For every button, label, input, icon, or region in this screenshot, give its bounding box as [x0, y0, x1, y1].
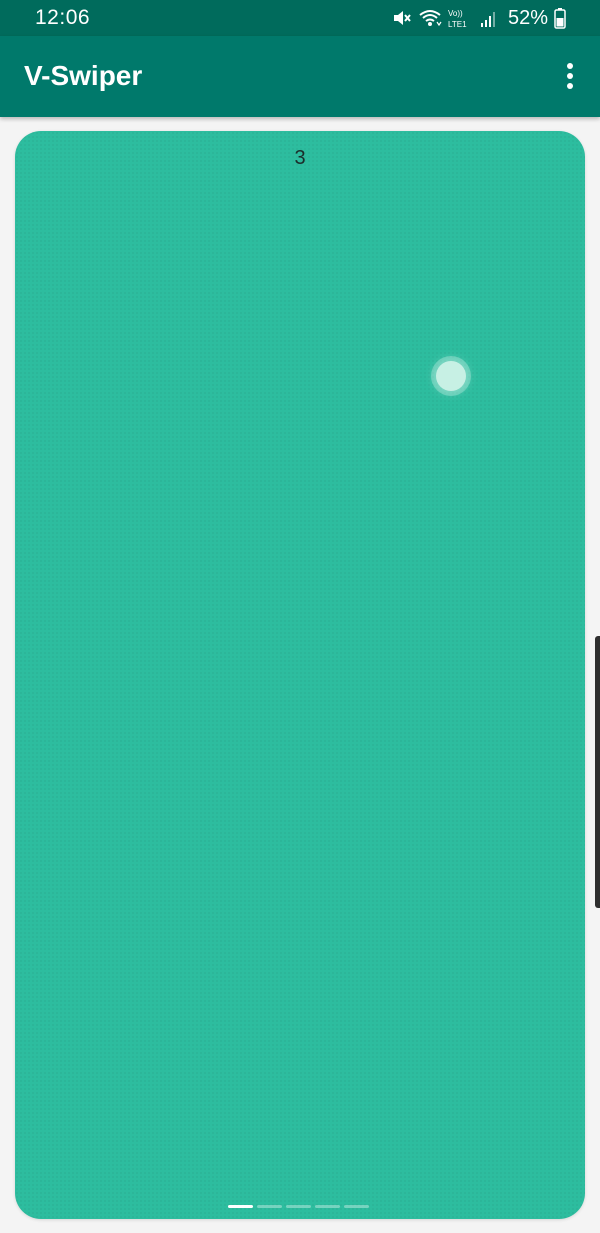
app-bar: V-Swiper [0, 36, 600, 117]
more-vert-icon[interactable] [558, 58, 582, 94]
mute-icon [392, 8, 412, 28]
overflow-dot [567, 63, 573, 69]
volte-lte-icon: Vo)) LTE1 [448, 7, 474, 29]
signal-icon [480, 8, 496, 28]
slide-number: 3 [294, 147, 306, 169]
svg-text:Vo)): Vo)) [448, 9, 463, 18]
status-bar: 12:06 Vo)) LTE1 52% [0, 0, 600, 36]
pagination-dot-3[interactable] [286, 1205, 311, 1208]
battery-percentage: 52% [507, 6, 548, 29]
status-time: 12:06 [35, 6, 91, 29]
pagination-dot-5[interactable] [344, 1205, 369, 1208]
overflow-dot [567, 83, 573, 89]
swiper-slide[interactable]: 3 [15, 131, 585, 1219]
touch-indicator [436, 361, 466, 391]
wifi-icon [418, 8, 442, 28]
overflow-dot [567, 73, 573, 79]
svg-text:LTE1: LTE1 [448, 20, 467, 29]
pagination-dot-2[interactable] [257, 1205, 282, 1208]
pagination [228, 1205, 369, 1208]
app-title: V-Swiper [24, 60, 143, 91]
pagination-dot-1[interactable] [228, 1205, 253, 1208]
edge-panel-handle[interactable] [595, 636, 600, 908]
pagination-dot-4[interactable] [315, 1205, 340, 1208]
status-icons: Vo)) LTE1 52% [392, 5, 566, 31]
battery-icon [554, 7, 566, 29]
